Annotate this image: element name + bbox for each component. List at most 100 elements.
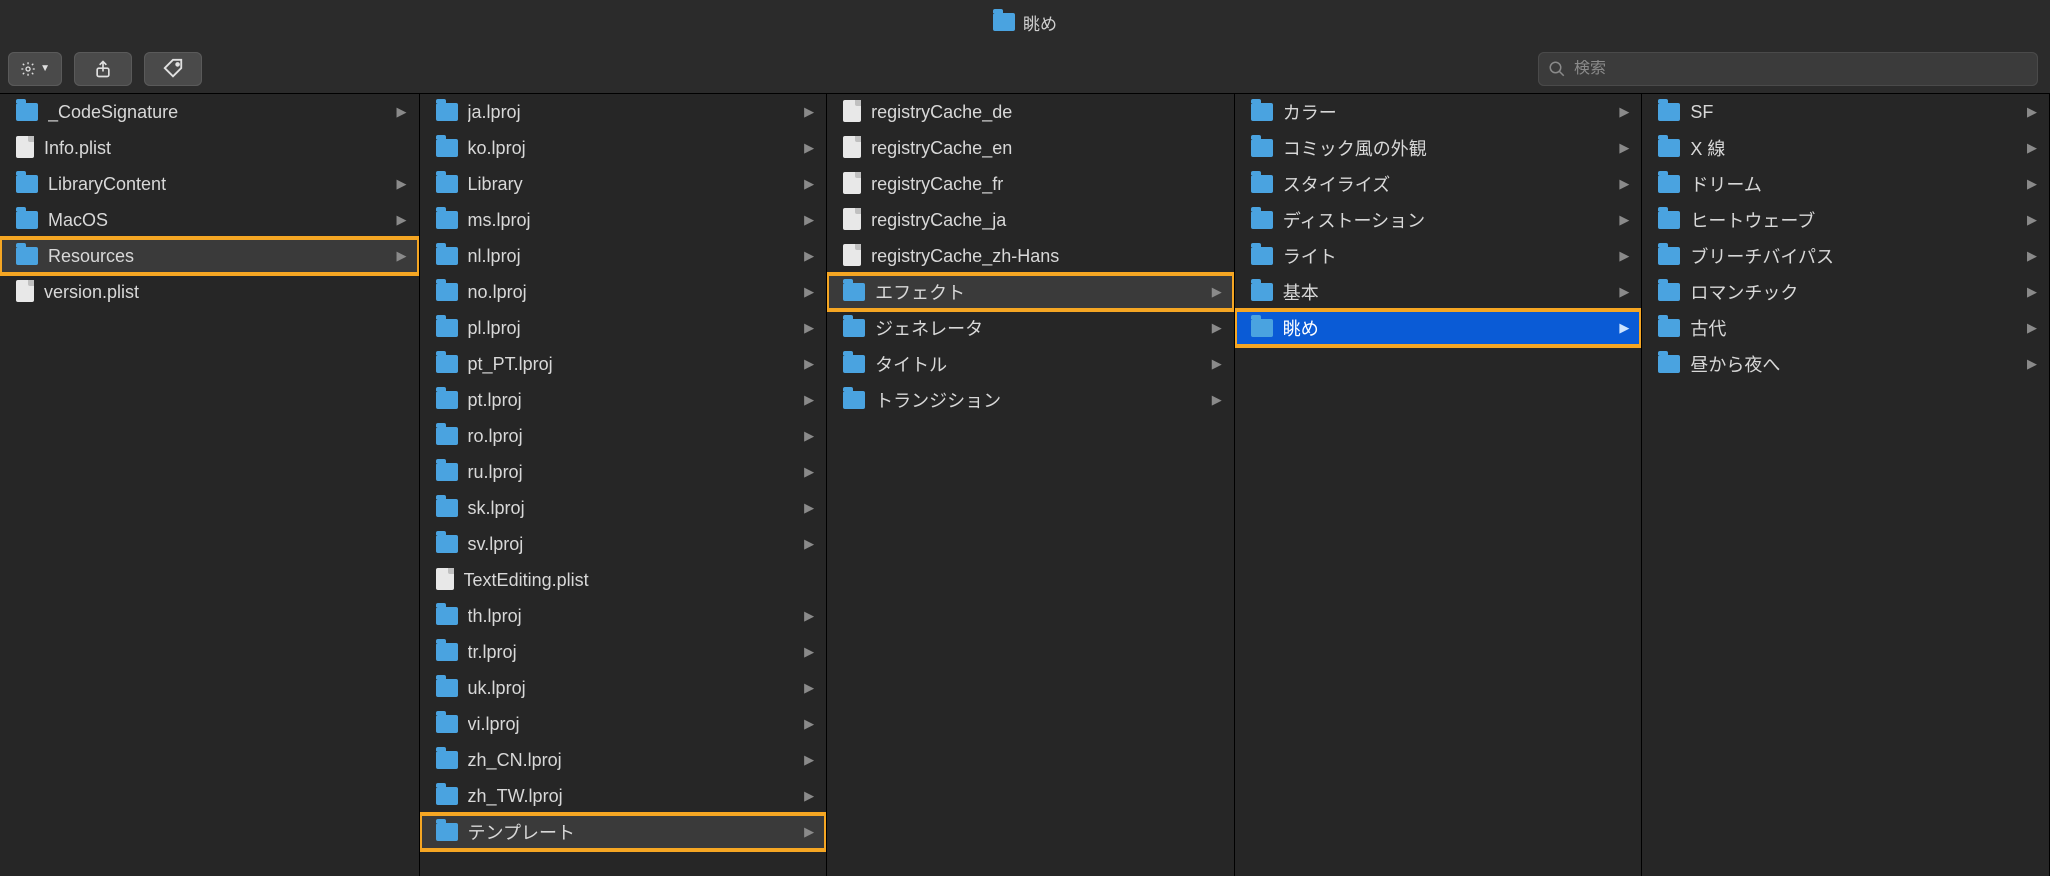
- file-item[interactable]: registryCache_en: [827, 130, 1234, 166]
- folder-item[interactable]: ヒートウェーブ▶: [1642, 202, 2049, 238]
- window-title: 眺め: [1023, 10, 1057, 35]
- folder-icon: [843, 391, 865, 409]
- folder-item[interactable]: タイトル▶: [827, 346, 1234, 382]
- item-label: ジェネレータ: [875, 315, 1202, 341]
- folder-item[interactable]: ドリーム▶: [1642, 166, 2049, 202]
- folder-item[interactable]: vi.lproj▶: [420, 706, 827, 742]
- folder-icon: [1658, 247, 1680, 265]
- folder-item[interactable]: X 線▶: [1642, 130, 2049, 166]
- file-icon: [843, 172, 861, 194]
- finder-column[interactable]: _CodeSignature▶Info.plistLibraryContent▶…: [0, 94, 420, 876]
- file-item[interactable]: TextEditing.plist: [420, 562, 827, 598]
- folder-item[interactable]: ko.lproj▶: [420, 130, 827, 166]
- folder-item[interactable]: 昼から夜へ▶: [1642, 346, 2049, 382]
- folder-icon: [1658, 211, 1680, 229]
- item-label: registryCache_zh-Hans: [871, 246, 1226, 267]
- folder-item[interactable]: no.lproj▶: [420, 274, 827, 310]
- item-label: ブリーチバイパス: [1690, 243, 2017, 269]
- folder-item[interactable]: ロマンチック▶: [1642, 274, 2049, 310]
- folder-item[interactable]: zh_CN.lproj▶: [420, 742, 827, 778]
- chevron-right-icon: ▶: [2027, 284, 2037, 300]
- folder-item[interactable]: ブリーチバイパス▶: [1642, 238, 2049, 274]
- chevron-right-icon: ▶: [397, 176, 407, 192]
- search-field[interactable]: [1538, 52, 2038, 86]
- folder-item[interactable]: ms.lproj▶: [420, 202, 827, 238]
- share-button[interactable]: [74, 52, 132, 86]
- folder-item[interactable]: MacOS▶: [0, 202, 419, 238]
- item-label: zh_TW.lproj: [468, 786, 795, 807]
- folder-icon: [1251, 319, 1273, 337]
- folder-item[interactable]: sk.lproj▶: [420, 490, 827, 526]
- item-label: ディストーション: [1283, 207, 1610, 233]
- chevron-right-icon: ▶: [397, 104, 407, 120]
- folder-icon: [436, 499, 458, 517]
- file-item[interactable]: version.plist: [0, 274, 419, 310]
- finder-column[interactable]: カラー▶コミック風の外観▶スタイライズ▶ディストーション▶ライト▶基本▶眺め▶: [1235, 94, 1643, 876]
- file-icon: [843, 100, 861, 122]
- file-item[interactable]: Info.plist: [0, 130, 419, 166]
- folder-item[interactable]: カラー▶: [1235, 94, 1642, 130]
- folder-item[interactable]: テンプレート▶: [420, 814, 827, 850]
- folder-item[interactable]: トランジション▶: [827, 382, 1234, 418]
- finder-column[interactable]: registryCache_de registryCache_en registry…: [827, 94, 1235, 876]
- chevron-right-icon: ▶: [1619, 320, 1629, 336]
- chevron-right-icon: ▶: [2027, 356, 2037, 372]
- folder-item[interactable]: uk.lproj▶: [420, 670, 827, 706]
- folder-item[interactable]: tr.lproj▶: [420, 634, 827, 670]
- folder-item[interactable]: ライト▶: [1235, 238, 1642, 274]
- folder-item[interactable]: pt_PT.lproj▶: [420, 346, 827, 382]
- search-input[interactable]: [1574, 60, 2028, 78]
- folder-item[interactable]: th.lproj▶: [420, 598, 827, 634]
- folder-item[interactable]: zh_TW.lproj ▶: [420, 778, 827, 814]
- folder-item[interactable]: エフェクト▶: [827, 274, 1234, 310]
- folder-icon: [1251, 103, 1273, 121]
- folder-icon: [436, 715, 458, 733]
- chevron-right-icon: ▶: [1619, 140, 1629, 156]
- item-label: 眺め: [1283, 315, 1610, 341]
- item-label: ru.lproj: [468, 462, 795, 483]
- folder-item[interactable]: 眺め ▶: [1235, 310, 1642, 346]
- folder-icon: [993, 13, 1015, 31]
- finder-column[interactable]: ja.lproj▶ko.lproj▶Library▶ms.lproj▶nl.lp…: [420, 94, 828, 876]
- finder-toolbar: ▼: [0, 44, 2050, 94]
- folder-item[interactable]: ru.lproj▶: [420, 454, 827, 490]
- action-menu-button[interactable]: ▼: [8, 52, 62, 86]
- folder-item[interactable]: ja.lproj▶: [420, 94, 827, 130]
- folder-item[interactable]: ジェネレータ▶: [827, 310, 1234, 346]
- item-label: ライト: [1283, 243, 1610, 269]
- folder-icon: [843, 355, 865, 373]
- folder-item[interactable]: Resources▶: [0, 238, 419, 274]
- chevron-right-icon: ▶: [804, 356, 814, 372]
- chevron-right-icon: ▶: [804, 788, 814, 804]
- folder-item[interactable]: 基本▶: [1235, 274, 1642, 310]
- folder-item[interactable]: ディストーション▶: [1235, 202, 1642, 238]
- file-item[interactable]: registryCache_fr: [827, 166, 1234, 202]
- folder-item[interactable]: pl.lproj▶: [420, 310, 827, 346]
- folder-item[interactable]: LibraryContent▶: [0, 166, 419, 202]
- folder-item[interactable]: ro.lproj▶: [420, 418, 827, 454]
- folder-item[interactable]: SF▶: [1642, 94, 2049, 130]
- folder-item[interactable]: Library▶: [420, 166, 827, 202]
- chevron-right-icon: ▶: [1619, 284, 1629, 300]
- folder-item[interactable]: 古代▶: [1642, 310, 2049, 346]
- item-label: registryCache_en: [871, 138, 1226, 159]
- chevron-right-icon: ▶: [804, 752, 814, 768]
- folder-item[interactable]: pt.lproj▶: [420, 382, 827, 418]
- folder-icon: [1658, 103, 1680, 121]
- folder-icon: [843, 283, 865, 301]
- finder-column[interactable]: SF▶X 線▶ドリーム▶ヒートウェーブ▶ブリーチバイパス▶ロマンチック▶古代▶昼…: [1642, 94, 2050, 876]
- chevron-right-icon: ▶: [804, 824, 814, 840]
- folder-item[interactable]: nl.lproj▶: [420, 238, 827, 274]
- file-item[interactable]: registryCache_ja: [827, 202, 1234, 238]
- item-label: X 線: [1690, 135, 2017, 161]
- folder-item[interactable]: _CodeSignature▶: [0, 94, 419, 130]
- folder-item[interactable]: スタイライズ▶: [1235, 166, 1642, 202]
- file-item[interactable]: registryCache_de: [827, 94, 1234, 130]
- tag-button[interactable]: [144, 52, 202, 86]
- folder-item[interactable]: コミック風の外観▶: [1235, 130, 1642, 166]
- file-item[interactable]: registryCache_zh-Hans: [827, 238, 1234, 274]
- folder-icon: [1251, 139, 1273, 157]
- file-icon: [16, 136, 34, 158]
- folder-item[interactable]: sv.lproj▶: [420, 526, 827, 562]
- chevron-right-icon: ▶: [804, 140, 814, 156]
